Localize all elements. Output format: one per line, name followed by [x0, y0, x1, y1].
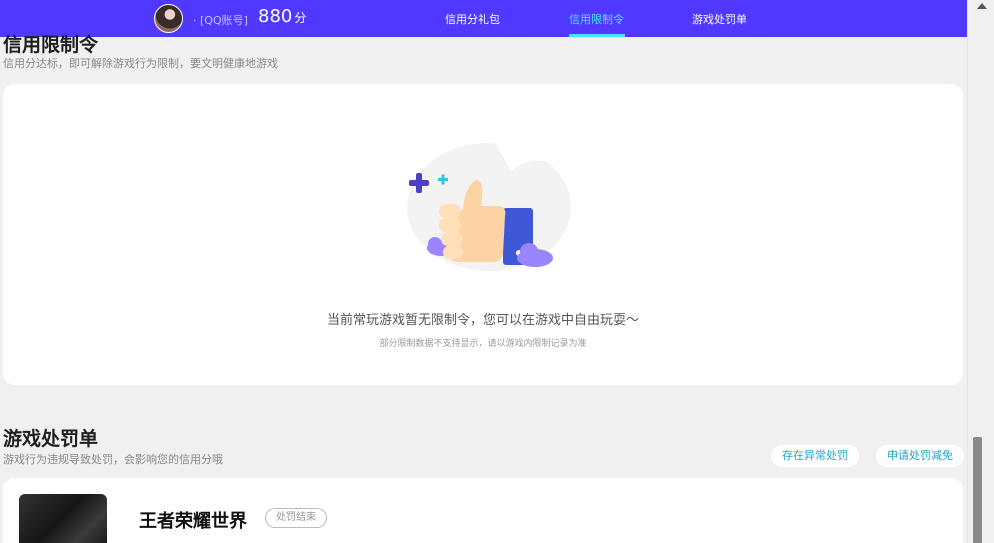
penalty-section-desc: 游戏行为违规导致处罚，会影响您的信用分哦 — [3, 453, 223, 466]
scroll-up-arrow-icon[interactable] — [977, 3, 987, 9]
credit-score-unit: 分 — [294, 11, 307, 25]
tab-game-penalty[interactable]: 游戏处罚单 — [692, 11, 747, 27]
account-type-label: · [QQ账号] — [193, 14, 248, 27]
top-nav-bar: · [QQ账号] 880 分 信用分礼包 信用限制令 游戏处罚单 — [0, 0, 967, 37]
credit-score-value: 880 — [258, 6, 293, 27]
active-tab-indicator — [569, 34, 625, 37]
penalty-section-title: 游戏处罚单 — [3, 428, 99, 450]
game-thumbnail — [19, 494, 107, 543]
avatar[interactable] — [154, 4, 183, 33]
status-badge: 处罚结束 — [265, 508, 327, 528]
tab-credit-gift[interactable]: 信用分礼包 — [445, 11, 500, 27]
apply-reduction-button[interactable]: 申请处罚减免 — [876, 445, 964, 467]
empty-state-message: 当前常玩游戏暂无限制令，您可以在游戏中自由玩耍～ — [326, 313, 639, 328]
abnormal-penalty-button[interactable]: 存在异常处罚 — [771, 445, 859, 467]
vertical-scrollbar[interactable] — [967, 0, 994, 543]
credit-score: 880 分 — [258, 6, 306, 27]
restriction-empty-card: 当前常玩游戏暂无限制令，您可以在游戏中自由玩耍～ 部分限制数据不支持显示，请以游… — [3, 84, 963, 385]
scroll-thumb[interactable] — [973, 437, 982, 543]
game-name: 王者荣耀世界 — [139, 511, 247, 532]
empty-state-note: 部分限制数据不支持显示，请以游戏内限制记录为准 — [379, 339, 587, 349]
restriction-section-desc: 信用分达标，即可解除游戏行为限制，要文明健康地游戏 — [3, 57, 278, 70]
tab-credit-restriction[interactable]: 信用限制令 — [569, 11, 624, 27]
restriction-section-title: 信用限制令 — [3, 34, 99, 56]
thumbs-up-icon — [407, 137, 571, 271]
